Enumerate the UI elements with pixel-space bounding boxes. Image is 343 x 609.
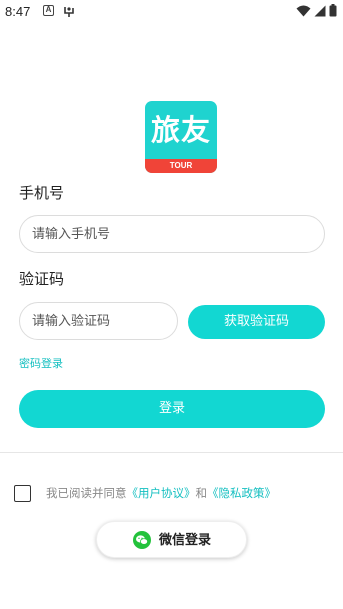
wifi-icon — [296, 2, 311, 21]
wechat-icon — [133, 531, 151, 549]
phone-field-container — [19, 215, 325, 253]
code-label: 验证码 — [19, 270, 65, 288]
wechat-login-button[interactable]: 微信登录 — [96, 521, 247, 558]
wechat-login-label: 微信登录 — [159, 533, 212, 548]
code-input[interactable] — [32, 303, 165, 339]
code-field-container — [19, 302, 178, 340]
app-logo: 旅友 TOUR — [145, 101, 217, 173]
battery-icon — [329, 2, 337, 21]
login-button[interactable]: 登录 — [19, 390, 325, 428]
agreement-prefix: 我已阅读并同意 — [46, 486, 127, 500]
signal-icon — [314, 2, 326, 21]
agreement-text: 我已阅读并同意《用户协议》和《隐私政策》 — [46, 485, 276, 502]
logo-subtitle: TOUR — [145, 159, 217, 173]
phone-label: 手机号 — [19, 184, 65, 202]
phone-input[interactable] — [32, 216, 312, 252]
usb-debug-icon — [62, 4, 76, 18]
password-login-link[interactable]: 密码登录 — [19, 357, 63, 371]
status-icons-right — [296, 2, 337, 21]
user-agreement-link[interactable]: 《用户协议》 — [127, 486, 196, 500]
agreement-conjunction: 和 — [195, 486, 208, 500]
status-bar: 8:47 A — [0, 0, 343, 24]
privacy-policy-link[interactable]: 《隐私政策》 — [207, 486, 276, 500]
divider — [0, 452, 343, 453]
a-notification-icon: A — [43, 5, 54, 16]
get-code-button[interactable]: 获取验证码 — [188, 305, 325, 339]
status-time: 8:47 — [5, 4, 31, 19]
agreement-checkbox[interactable] — [14, 485, 31, 502]
logo-title: 旅友 — [150, 113, 211, 147]
